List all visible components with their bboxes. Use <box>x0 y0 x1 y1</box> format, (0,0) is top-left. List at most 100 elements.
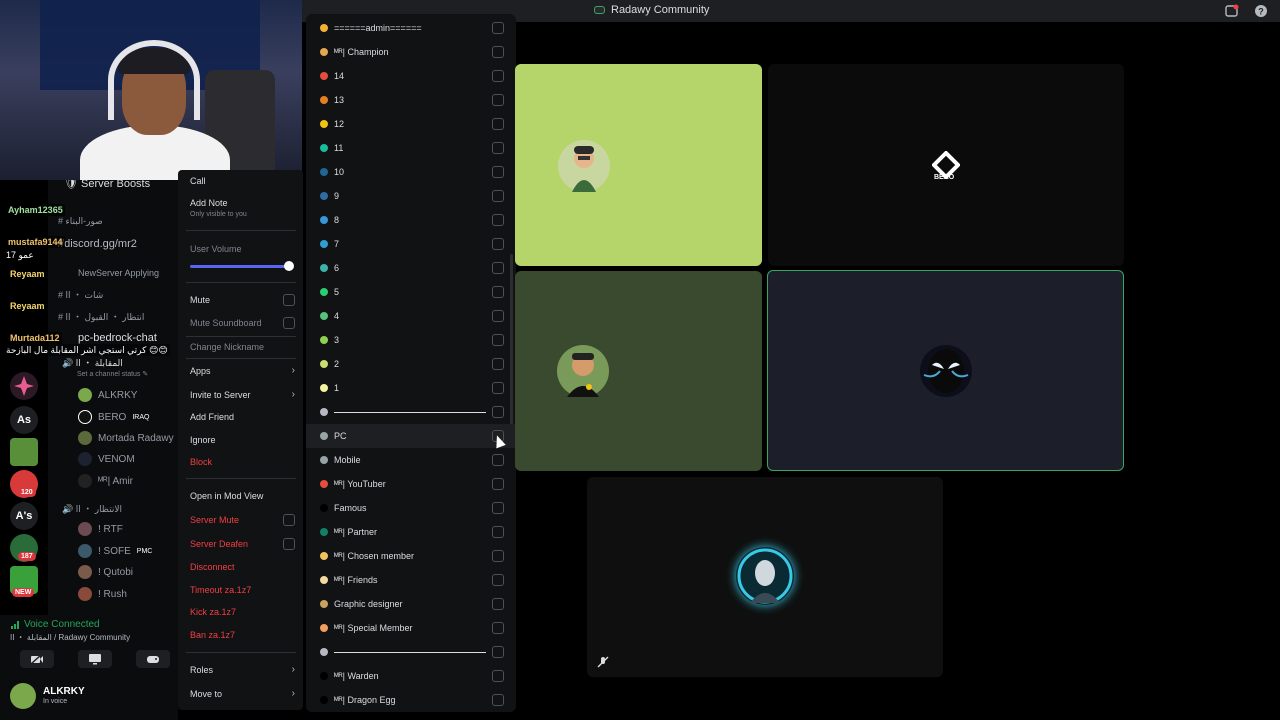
role-checkbox[interactable] <box>492 598 504 610</box>
role-checkbox[interactable] <box>492 646 504 658</box>
video-tile-bero[interactable]: BERO <box>768 64 1124 266</box>
role-item[interactable]: 2 <box>306 352 516 376</box>
role-item[interactable]: ᴹᴿ| Chosen member <box>306 544 516 568</box>
slider-knob[interactable] <box>284 261 294 271</box>
voice-member[interactable]: ! SOFE PMC <box>78 544 152 558</box>
role-checkbox[interactable] <box>492 694 504 706</box>
mute-soundboard-checkbox[interactable] <box>283 317 295 329</box>
server-mute-item[interactable]: Server Mute <box>190 514 295 526</box>
mute-checkbox[interactable] <box>283 294 295 306</box>
voice-member[interactable]: ! RTF <box>78 522 123 536</box>
server-icon-pink[interactable] <box>10 372 38 400</box>
role-item[interactable]: 13 <box>306 88 516 112</box>
role-item[interactable]: 8 <box>306 208 516 232</box>
role-checkbox[interactable] <box>492 550 504 562</box>
role-checkbox[interactable] <box>492 406 504 418</box>
voice-location[interactable]: المقابلة ・ اا / Radawy Community <box>10 632 130 643</box>
user-volume-slider[interactable] <box>190 261 294 271</box>
role-checkbox[interactable] <box>492 574 504 586</box>
server-creeper[interactable]: NEW <box>10 566 38 597</box>
server-grass[interactable] <box>10 438 38 466</box>
role-item[interactable]: Famous <box>306 496 516 520</box>
role-item[interactable]: ᴹᴿ| Warden <box>306 664 516 688</box>
voice-member[interactable]: Mortada Radawy <box>78 431 174 445</box>
role-item[interactable]: ᴹᴿ| Dragon Egg <box>306 688 516 712</box>
add-note-item[interactable]: Add Note <box>190 198 295 208</box>
video-tile-green[interactable] <box>515 64 762 266</box>
channel-status[interactable]: Set a channel status ✎ <box>77 370 148 378</box>
channel-item[interactable]: # انتظار ・ القبول ・ اا <box>58 310 144 323</box>
help-icon[interactable]: ? <box>1254 4 1268 18</box>
server-as2[interactable]: A's <box>10 502 38 530</box>
role-item[interactable]: 1 <box>306 376 516 400</box>
roles-item[interactable]: Roles › <box>190 664 295 675</box>
role-item[interactable]: 10 <box>306 160 516 184</box>
role-checkbox[interactable] <box>492 502 504 514</box>
role-checkbox[interactable] <box>492 238 504 250</box>
voice-member[interactable]: VENOM <box>78 452 135 466</box>
role-checkbox[interactable] <box>492 166 504 178</box>
role-item[interactable]: 12 <box>306 112 516 136</box>
role-item[interactable]: 9 <box>306 184 516 208</box>
activities-button[interactable] <box>136 650 170 668</box>
role-item[interactable]: ᴹᴿ| Champion <box>306 40 516 64</box>
user-avatar[interactable] <box>10 683 36 709</box>
mute-item[interactable]: Mute <box>190 294 295 306</box>
apps-item[interactable]: Apps › <box>190 365 295 376</box>
add-friend-item[interactable]: Add Friend <box>190 412 295 422</box>
video-tile-olive[interactable] <box>515 271 762 471</box>
disconnect-item[interactable]: Disconnect <box>190 562 295 572</box>
screen-share-button[interactable] <box>78 650 112 668</box>
voice-member[interactable]: ᴹᴿ| Amir <box>78 474 133 488</box>
role-checkbox[interactable] <box>492 334 504 346</box>
role-item[interactable]: ======admin====== <box>306 16 516 40</box>
channel-item[interactable]: pc-bedrock-chat <box>78 332 157 344</box>
role-checkbox[interactable] <box>492 94 504 106</box>
server-red[interactable]: 120 <box>10 470 38 498</box>
server-mute-checkbox[interactable] <box>283 514 295 526</box>
role-checkbox[interactable] <box>492 22 504 34</box>
role-checkbox[interactable] <box>492 478 504 490</box>
inbox-icon[interactable] <box>1225 4 1239 18</box>
timeout-item[interactable]: Timeout za.1z7 <box>190 585 295 595</box>
role-checkbox[interactable] <box>492 622 504 634</box>
role-item[interactable]: ᴹᴿ| Special Member <box>306 616 516 640</box>
channel-item[interactable]: //discord.gg/mr2 <box>58 238 137 250</box>
role-item[interactable]: ᴹᴿ| Partner <box>306 520 516 544</box>
block-item[interactable]: Block <box>190 457 295 467</box>
role-item[interactable]: Graphic designer <box>306 592 516 616</box>
role-checkbox[interactable] <box>492 358 504 370</box>
move-to-item[interactable]: Move to › <box>190 688 295 699</box>
role-item[interactable]: 5 <box>306 280 516 304</box>
voice-member[interactable]: ALKRKY <box>78 388 137 402</box>
video-off-button[interactable] <box>20 650 54 668</box>
role-checkbox[interactable] <box>492 214 504 226</box>
voice-member[interactable]: ! Rush <box>78 587 127 601</box>
role-checkbox[interactable] <box>492 310 504 322</box>
role-checkbox[interactable] <box>492 70 504 82</box>
mod-view-item[interactable]: Open in Mod View <box>190 491 295 501</box>
voice-channel-interview[interactable]: 🔊 المقابلة ・ اا <box>62 356 123 369</box>
role-separator[interactable] <box>306 400 516 424</box>
call-item[interactable]: Call <box>190 176 295 186</box>
role-checkbox[interactable] <box>492 670 504 682</box>
role-item[interactable]: 3 <box>306 328 516 352</box>
video-tile-venom-speaking[interactable] <box>767 270 1124 471</box>
video-tile-lower[interactable] <box>587 477 943 677</box>
role-checkbox[interactable] <box>492 454 504 466</box>
voice-channel-waiting[interactable]: 🔊 الانتظار ・ اا <box>62 502 122 515</box>
role-checkbox[interactable] <box>492 286 504 298</box>
role-checkbox[interactable] <box>492 142 504 154</box>
invite-item[interactable]: Invite to Server › <box>190 389 295 400</box>
role-checkbox[interactable] <box>492 46 504 58</box>
channel-item[interactable]: # صور-البناء <box>58 216 103 227</box>
role-item[interactable]: Mobile <box>306 448 516 472</box>
role-item[interactable]: 14 <box>306 64 516 88</box>
role-item[interactable]: PC <box>306 424 516 448</box>
role-item[interactable]: ᴹᴿ| YouTuber <box>306 472 516 496</box>
mute-soundboard-item[interactable]: Mute Soundboard <box>190 317 295 329</box>
role-separator[interactable] <box>306 640 516 664</box>
role-item[interactable]: ᴹᴿ| Friends <box>306 568 516 592</box>
role-item[interactable]: 4 <box>306 304 516 328</box>
server-green[interactable]: 187 <box>10 534 38 562</box>
